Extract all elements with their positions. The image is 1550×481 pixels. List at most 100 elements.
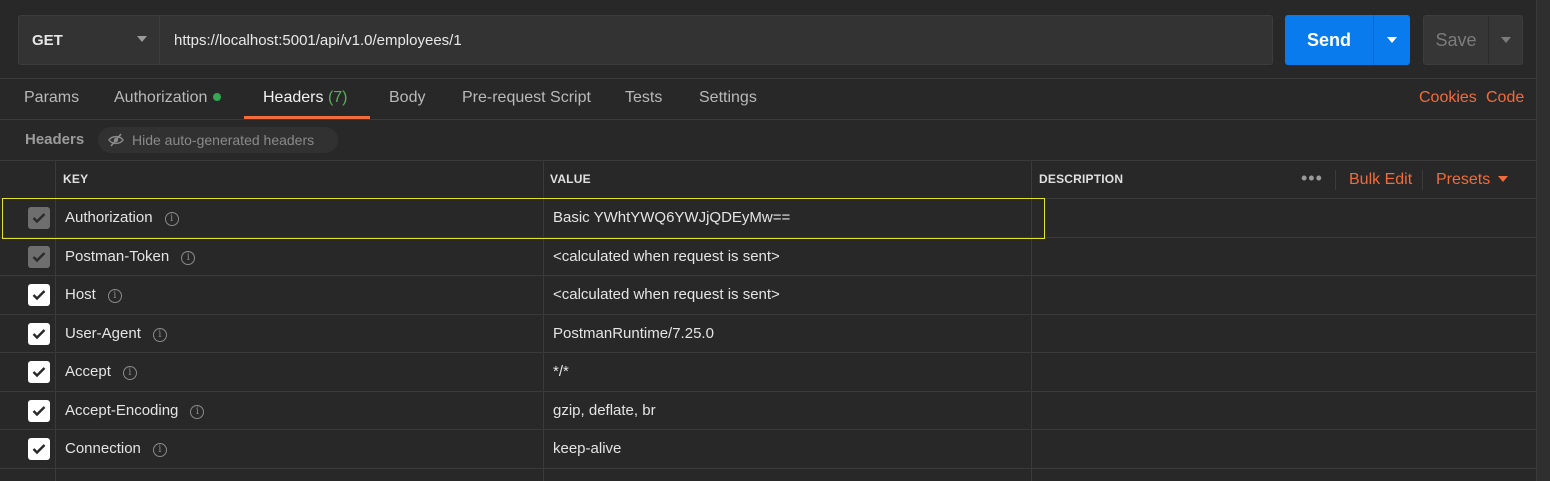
headers-table-body: Authorization i Basic YWhtYWQ6YWJjQDEyMw=…	[0, 199, 1536, 469]
row-checkbox[interactable]	[28, 284, 50, 306]
header-key[interactable]: Accept-Encoding i	[65, 392, 205, 429]
presets-dropdown[interactable]: Presets	[1436, 161, 1509, 198]
key-text: Postman-Token	[65, 247, 170, 265]
check-icon	[32, 213, 46, 224]
check-icon	[32, 290, 46, 301]
table-row: Authorization i Basic YWhtYWQ6YWJjQDEyMw=…	[0, 199, 1536, 238]
postman-request-panel: GET https://localhost:5001/api/v1.0/empl…	[0, 0, 1550, 481]
check-icon	[32, 405, 46, 416]
divider	[1335, 170, 1336, 190]
row-checkbox[interactable]	[28, 438, 50, 460]
headers-toolbar: Headers Hide auto-generated headers	[0, 120, 1536, 161]
method-label: GET	[32, 31, 63, 49]
method-select[interactable]: GET	[18, 15, 160, 65]
tab-params[interactable]: Params	[24, 79, 79, 119]
chevron-down-icon	[1500, 37, 1511, 43]
tab-label: Authorization	[114, 89, 208, 106]
key-text: Authorization	[65, 209, 153, 226]
row-checkbox[interactable]	[28, 207, 50, 229]
table-row: Accept i */*	[0, 353, 1536, 392]
more-options-icon[interactable]: •••	[1301, 169, 1323, 187]
chevron-down-icon	[1498, 176, 1509, 182]
info-icon[interactable]: i	[152, 327, 167, 342]
tab-body[interactable]: Body	[389, 79, 425, 119]
row-checkbox[interactable]	[28, 245, 50, 268]
eye-slash-icon	[108, 133, 124, 147]
table-row: User-Agent i PostmanRuntime/7.25.0	[0, 315, 1536, 353]
info-icon[interactable]: i	[122, 366, 137, 380]
tab-label: Body	[389, 89, 426, 106]
header-key[interactable]: User-Agent i	[65, 315, 167, 352]
table-row: Postman-Token i <calculated when request …	[0, 238, 1536, 276]
row-checkbox[interactable]	[28, 322, 50, 345]
header-key[interactable]: Accept i	[65, 353, 137, 390]
check-icon	[32, 444, 46, 455]
save-button-group: Save	[1423, 15, 1523, 65]
chevron-down-icon	[1387, 37, 1397, 43]
send-button[interactable]: Send	[1285, 30, 1373, 51]
header-key[interactable]: Connection i	[65, 430, 167, 467]
request-bar: GET https://localhost:5001/api/v1.0/empl…	[0, 0, 1536, 79]
toggle-label: Hide auto-generated headers	[132, 132, 315, 148]
header-value[interactable]: gzip, deflate, br	[553, 392, 656, 429]
tab-settings[interactable]: Settings	[699, 79, 757, 119]
header-value[interactable]: <calculated when request is sent>	[553, 276, 780, 313]
code-link[interactable]: Code	[1486, 79, 1524, 119]
url-input[interactable]: https://localhost:5001/api/v1.0/employee…	[160, 15, 1273, 65]
section-title: Headers	[25, 131, 85, 148]
tab-pre-request-script[interactable]: Pre-request Script	[462, 79, 591, 119]
request-tabs: Params Authorization Headers (7) Body Pr…	[0, 79, 1536, 120]
row-checkbox[interactable]	[28, 399, 50, 422]
tab-label: Headers	[263, 89, 324, 106]
scrollbar[interactable]	[1536, 0, 1550, 481]
bulk-edit-button[interactable]: Bulk Edit	[1349, 161, 1412, 198]
column-description: DESCRIPTION	[1039, 172, 1124, 186]
hide-auto-headers-toggle[interactable]: Hide auto-generated headers	[98, 127, 338, 153]
chevron-down-icon	[137, 36, 147, 42]
header-value[interactable]: keep-alive	[553, 430, 621, 467]
header-value[interactable]: Basic YWhtYWQ6YWJjQDEyMw==	[553, 199, 790, 236]
table-row: Host i <calculated when request is sent>	[0, 276, 1536, 315]
active-tab-indicator	[244, 116, 370, 119]
key-text: Host	[65, 286, 96, 303]
table-header: KEY VALUE DESCRIPTION ••• Bulk Edit Pres…	[0, 161, 1536, 199]
tab-label: Params	[24, 89, 80, 106]
tab-authorization[interactable]: Authorization	[114, 79, 222, 119]
info-icon[interactable]: i	[107, 289, 122, 303]
presets-label: Presets	[1436, 171, 1491, 188]
cookies-link[interactable]: Cookies	[1419, 79, 1477, 119]
send-options-button[interactable]	[1374, 37, 1410, 43]
url-text: https://localhost:5001/api/v1.0/employee…	[174, 31, 462, 49]
key-text: Accept	[65, 363, 111, 380]
tab-label: Tests	[625, 89, 663, 106]
table-row: Connection i keep-alive	[0, 430, 1536, 469]
send-button-group: Send	[1285, 15, 1410, 65]
tab-count-badge: (7)	[327, 89, 348, 106]
header-key[interactable]: Host i	[65, 276, 122, 313]
header-key[interactable]: Authorization i	[65, 199, 179, 236]
column-value: VALUE	[550, 172, 591, 186]
divider	[1422, 170, 1423, 190]
tab-headers[interactable]: Headers (7)	[263, 79, 348, 119]
header-value[interactable]: <calculated when request is sent>	[553, 238, 780, 275]
info-icon[interactable]: i	[164, 212, 179, 226]
tab-label: Settings	[699, 89, 757, 106]
header-value[interactable]: */*	[553, 353, 569, 390]
info-icon[interactable]: i	[181, 250, 196, 265]
check-icon	[32, 328, 46, 339]
table-row: Accept-Encoding i gzip, deflate, br	[0, 392, 1536, 430]
column-key: KEY	[63, 172, 89, 186]
status-dot-icon	[213, 93, 222, 101]
key-text: User-Agent	[65, 324, 141, 342]
info-icon[interactable]: i	[152, 443, 167, 457]
save-button[interactable]: Save	[1424, 30, 1488, 51]
tab-tests[interactable]: Tests	[625, 79, 662, 119]
header-key[interactable]: Postman-Token i	[65, 238, 196, 275]
key-text: Connection	[65, 440, 141, 457]
check-icon	[32, 367, 46, 378]
row-checkbox[interactable]	[28, 361, 50, 383]
save-options-button[interactable]	[1489, 37, 1522, 43]
info-icon[interactable]: i	[190, 404, 205, 419]
header-value[interactable]: PostmanRuntime/7.25.0	[553, 315, 714, 352]
tab-label: Pre-request Script	[462, 89, 591, 106]
